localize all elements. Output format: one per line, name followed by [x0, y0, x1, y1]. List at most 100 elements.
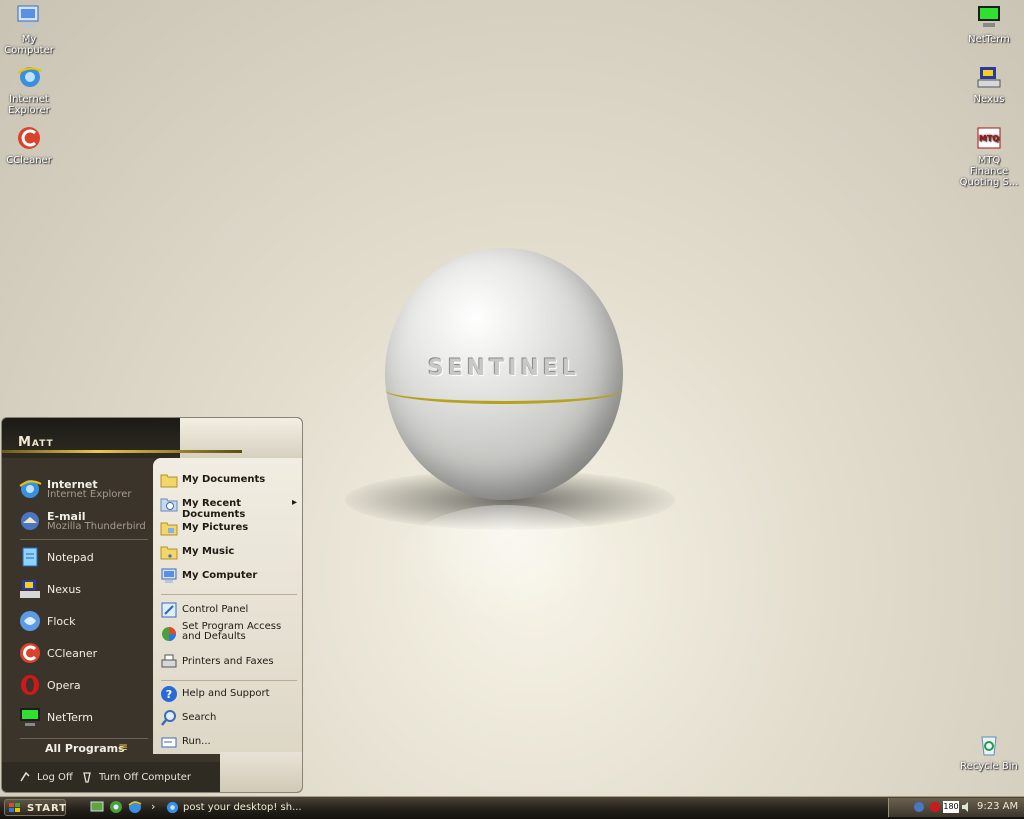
mtq-badge: MTQ — [979, 134, 999, 143]
explorer-icon[interactable] — [128, 800, 142, 814]
quick-launch-chevron-icon[interactable]: › — [151, 800, 155, 813]
menu-separator — [161, 594, 297, 595]
antivirus-icon[interactable] — [929, 801, 941, 813]
desktop-icon-recycle-bin[interactable]: Recycle Bin — [957, 730, 1021, 772]
desktop-icon-nexus[interactable]: Nexus — [957, 63, 1021, 105]
place-my-documents[interactable]: My Documents — [160, 470, 300, 492]
pinned-email[interactable]: E-mail Mozilla Thunderbird — [18, 508, 148, 534]
mtq-icon: MTQ — [977, 127, 1001, 149]
place-run[interactable]: Run... — [160, 732, 300, 754]
media-icon[interactable] — [109, 800, 123, 814]
place-program-access[interactable]: Set Program Access and Defaults — [160, 621, 300, 650]
program-label: CCleaner — [47, 647, 98, 660]
menu-separator — [20, 539, 148, 540]
place-my-music[interactable]: My Music — [160, 542, 300, 564]
desktop-icon-label: NetTerm — [968, 34, 1010, 45]
log-off-icon — [20, 771, 30, 782]
place-my-pictures[interactable]: My Pictures — [160, 518, 300, 540]
log-off-button[interactable]: Log Off — [18, 770, 73, 784]
program-notepad[interactable]: Notepad — [18, 544, 148, 570]
taskbar: START › post your desktop! sh... 180 9:2… — [0, 796, 1024, 819]
power-icon — [83, 772, 91, 783]
place-my-computer[interactable]: My Computer — [160, 566, 300, 588]
place-label: My Documents — [182, 474, 266, 485]
my-computer-icon — [17, 5, 39, 27]
desktop-icon-internet-explorer[interactable]: Internet Explorer — [0, 63, 61, 116]
header-gold-line — [2, 450, 242, 453]
user-name: Matt — [18, 435, 54, 450]
notepad-icon — [22, 547, 38, 567]
tray-badge[interactable]: 180 — [943, 801, 959, 813]
place-help-support[interactable]: ? Help and Support — [160, 684, 300, 706]
desktop-icon-label: My Computer — [4, 34, 54, 56]
menu-separator — [161, 680, 297, 681]
place-label: Printers and Faxes — [182, 656, 274, 667]
program-nexus[interactable]: Nexus — [18, 576, 148, 602]
folder-pictures-icon — [160, 522, 178, 536]
program-ccleaner[interactable]: CCleaner — [18, 640, 148, 666]
all-programs-arrow-icon: ≡ — [118, 740, 129, 754]
place-search[interactable]: Search — [160, 708, 300, 730]
opera-icon — [21, 675, 39, 695]
pinned-internet[interactable]: Internet Internet Explorer — [18, 476, 148, 502]
netterm-icon — [978, 6, 1000, 27]
place-control-panel[interactable]: Control Panel — [160, 600, 300, 622]
ccleaner-icon — [20, 643, 40, 663]
ccleaner-icon — [18, 127, 40, 149]
my-computer-icon — [161, 568, 177, 583]
wallpaper-sphere-reflection — [395, 505, 615, 625]
nexus-icon — [977, 67, 1001, 88]
recent-documents-icon — [160, 498, 178, 512]
show-desktop-icon[interactable] — [90, 800, 104, 814]
windows-flag-icon — [9, 803, 20, 812]
place-label: Control Panel — [182, 604, 249, 615]
internet-explorer-icon — [19, 480, 42, 498]
place-label: My Pictures — [182, 522, 249, 533]
program-netterm[interactable]: NetTerm — [18, 704, 148, 730]
program-flock[interactable]: Flock — [18, 608, 148, 634]
start-menu-places: My Documents My Recent Documents ▸ My Pi… — [153, 458, 302, 754]
desktop-icon-mtq-finance[interactable]: MTQ MTQ Finance Quoting S... — [957, 124, 1021, 188]
clock[interactable]: 9:23 AM — [977, 801, 1018, 812]
svg-text:?: ? — [166, 688, 172, 701]
menu-separator — [20, 738, 148, 739]
turn-off-button[interactable]: Turn Off Computer — [80, 770, 191, 784]
place-label: Help and Support — [182, 688, 270, 699]
start-button[interactable]: START — [4, 799, 66, 816]
folder-documents-icon — [160, 474, 178, 488]
program-label: Opera — [47, 679, 81, 692]
start-menu: Matt Internet Internet Explorer E-mail M… — [1, 417, 303, 793]
turn-off-label: Turn Off Computer — [99, 772, 192, 783]
place-label: My Computer — [182, 570, 258, 581]
internet-explorer-icon — [166, 801, 179, 814]
place-label: My Recent Documents — [182, 498, 246, 520]
desktop-icon-label: Internet Explorer — [8, 94, 50, 116]
place-label: Set Program Access and Defaults — [182, 621, 282, 642]
program-label: NetTerm — [47, 711, 93, 724]
place-label: Run... — [182, 736, 211, 747]
nexus-icon — [20, 580, 40, 598]
place-printers-faxes[interactable]: Printers and Faxes — [160, 652, 300, 674]
start-label: START — [27, 803, 68, 814]
footer-corner-decoration — [220, 752, 302, 792]
taskbar-item-browser[interactable]: post your desktop! sh... — [164, 799, 302, 816]
run-icon — [161, 737, 177, 748]
desktop-icon-ccleaner[interactable]: CCleaner — [0, 124, 61, 166]
start-menu-header: Matt — [2, 418, 302, 458]
log-off-label: Log Off — [37, 772, 73, 783]
desktop-icon-netterm[interactable]: NetTerm — [957, 3, 1021, 45]
desktop-icon-label: CCleaner — [6, 155, 52, 166]
all-programs-button[interactable]: All Programs — [45, 742, 125, 755]
program-label: Nexus — [47, 583, 82, 596]
network-icon[interactable] — [913, 801, 925, 813]
internet-explorer-icon — [17, 67, 42, 87]
desktop-icon-my-computer[interactable]: My Computer — [0, 3, 61, 56]
place-label: Search — [182, 712, 217, 723]
help-icon: ? — [161, 686, 177, 702]
volume-icon[interactable] — [961, 801, 973, 813]
desktop-icon-label: Recycle Bin — [960, 761, 1018, 772]
place-my-recent-documents[interactable]: My Recent Documents ▸ — [160, 494, 300, 520]
program-opera[interactable]: Opera — [18, 672, 148, 698]
pinned-subtitle: Mozilla Thunderbird — [47, 521, 146, 532]
program-label: Notepad — [47, 551, 94, 564]
